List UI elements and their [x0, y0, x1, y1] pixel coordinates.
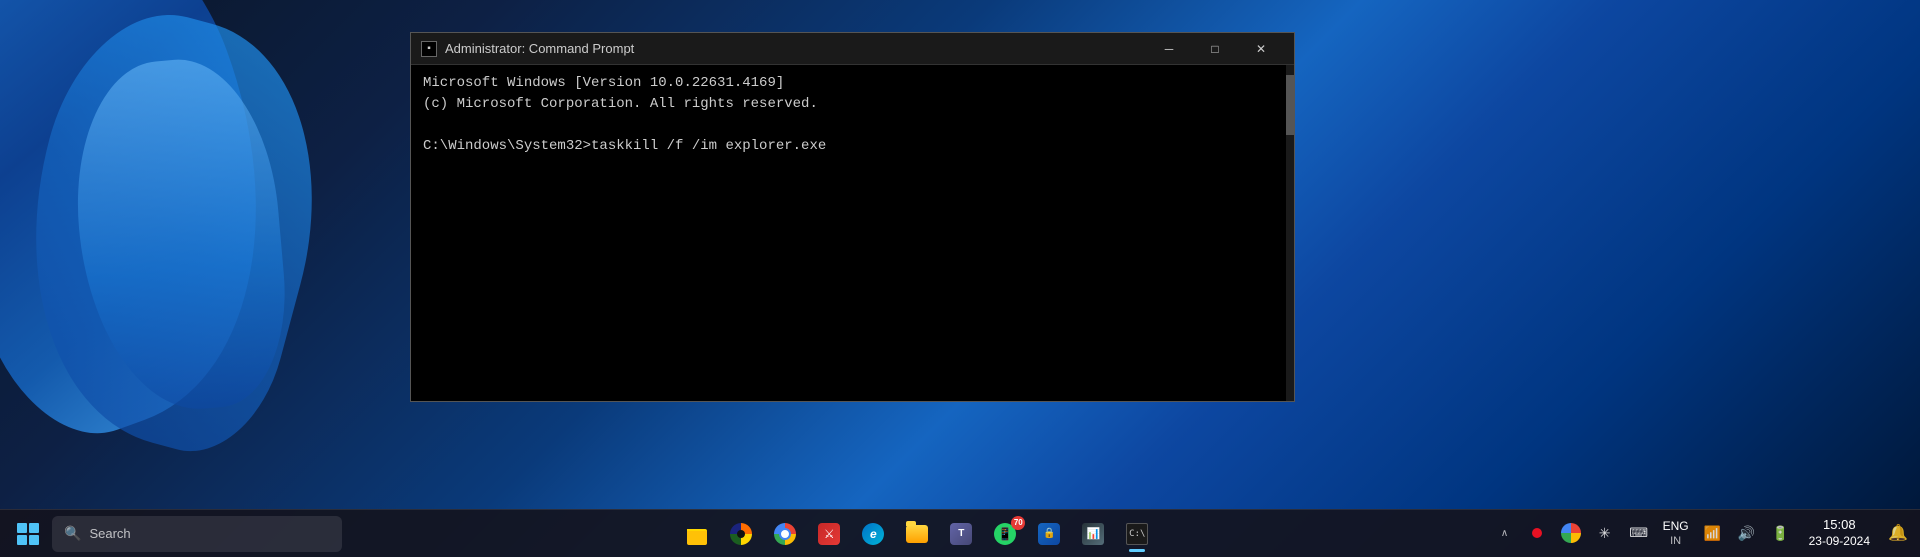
- tray-google-icon: [1561, 523, 1581, 543]
- tray-overflow-icon: ∧: [1501, 528, 1508, 539]
- taskbar-apps: ⚔ e T 📱: [346, 514, 1489, 554]
- edge-icon: e: [862, 523, 884, 545]
- taskbar-app-vpn[interactable]: 🔒: [1029, 514, 1069, 554]
- tray-google-button[interactable]: [1557, 519, 1585, 547]
- search-bar[interactable]: 🔍 Search: [52, 516, 342, 552]
- cmd-line-1: Microsoft Windows [Version 10.0.22631.41…: [423, 73, 1282, 94]
- cmd-line-4: C:\Windows\System32>taskkill /f /im expl…: [423, 136, 1282, 157]
- cmd-minimize-button[interactable]: ─: [1146, 33, 1192, 65]
- chrome-icon: [774, 523, 796, 545]
- system-tray: ∧ ✳ ⌨ ENG IN: [1493, 517, 1912, 549]
- taskbar-app-chrome[interactable]: [765, 514, 805, 554]
- taskbar-app-chrome-canary[interactable]: [721, 514, 761, 554]
- cmd-title: Administrator: Command Prompt: [445, 41, 1146, 56]
- cmd-scrollbar-thumb[interactable]: [1286, 75, 1294, 135]
- taskbar: 🔍 Search: [0, 509, 1920, 557]
- cmd-line-2: (c) Microsoft Corporation. All rights re…: [423, 94, 1282, 115]
- tray-volume-button[interactable]: 🔊: [1733, 519, 1761, 547]
- language-label: ENG: [1663, 519, 1689, 535]
- start-button[interactable]: [8, 514, 48, 554]
- language-sublabel: IN: [1670, 534, 1681, 548]
- folder-icon: [906, 525, 928, 543]
- taskbar-app-whatsapp[interactable]: 📱 70: [985, 514, 1025, 554]
- notification-button[interactable]: 🔔: [1884, 519, 1912, 547]
- game-icon: ⚔: [818, 523, 840, 545]
- clock-date: 23-09-2024: [1809, 534, 1870, 550]
- tray-wifi-button[interactable]: 📶: [1699, 519, 1727, 547]
- recording-dot-icon: [1532, 528, 1542, 538]
- volume-icon: 🔊: [1738, 525, 1755, 542]
- taskbar-app-file-explorer[interactable]: [677, 514, 717, 554]
- tray-recording-button[interactable]: [1523, 519, 1551, 547]
- tray-network-button[interactable]: ✳: [1591, 519, 1619, 547]
- monitor-icon: 📊: [1082, 523, 1104, 545]
- tray-keyboard-button[interactable]: ⌨: [1625, 519, 1653, 547]
- notification-icon: 🔔: [1888, 523, 1908, 543]
- windows-logo-icon: [17, 523, 39, 545]
- cmd-close-button[interactable]: ✕: [1238, 33, 1284, 65]
- taskbar-app-cmd[interactable]: C:\: [1117, 514, 1157, 554]
- desktop: ▪ Administrator: Command Prompt ─ □ ✕ Mi…: [0, 0, 1920, 557]
- tray-battery-button[interactable]: 🔋: [1767, 519, 1795, 547]
- file-explorer-icon: [686, 523, 708, 545]
- battery-icon: 🔋: [1772, 525, 1789, 542]
- search-label: Search: [89, 526, 130, 541]
- cmd-line-3: [423, 115, 1282, 136]
- cmd-taskbar-icon: C:\: [1126, 523, 1148, 545]
- whatsapp-badge: 70: [1011, 516, 1025, 530]
- cmd-window[interactable]: ▪ Administrator: Command Prompt ─ □ ✕ Mi…: [410, 32, 1295, 402]
- tray-overflow-button[interactable]: ∧: [1493, 519, 1517, 547]
- tray-network-icon: ✳: [1599, 525, 1611, 542]
- taskbar-app-edge[interactable]: e: [853, 514, 893, 554]
- teams-icon: T: [950, 523, 972, 545]
- taskbar-app-monitor[interactable]: 📊: [1073, 514, 1113, 554]
- taskbar-app-files[interactable]: [897, 514, 937, 554]
- language-button[interactable]: ENG IN: [1659, 519, 1693, 549]
- taskbar-app-game[interactable]: ⚔: [809, 514, 849, 554]
- cmd-maximize-button[interactable]: □: [1192, 33, 1238, 65]
- cmd-content-area[interactable]: Microsoft Windows [Version 10.0.22631.41…: [411, 65, 1294, 401]
- keyboard-icon: ⌨: [1629, 525, 1648, 541]
- wifi-icon: 📶: [1704, 525, 1721, 542]
- taskbar-app-teams[interactable]: T: [941, 514, 981, 554]
- search-icon: 🔍: [64, 525, 81, 542]
- cmd-window-controls[interactable]: ─ □ ✕: [1146, 33, 1284, 65]
- cmd-titlebar: ▪ Administrator: Command Prompt ─ □ ✕: [411, 33, 1294, 65]
- vpn-icon: 🔒: [1038, 523, 1060, 545]
- clock-time: 15:08: [1823, 517, 1856, 534]
- cmd-scrollbar[interactable]: [1286, 65, 1294, 401]
- wallpaper-swirl: [0, 0, 420, 557]
- cmd-app-icon: ▪: [421, 41, 437, 57]
- clock-button[interactable]: 15:08 23-09-2024: [1801, 517, 1878, 549]
